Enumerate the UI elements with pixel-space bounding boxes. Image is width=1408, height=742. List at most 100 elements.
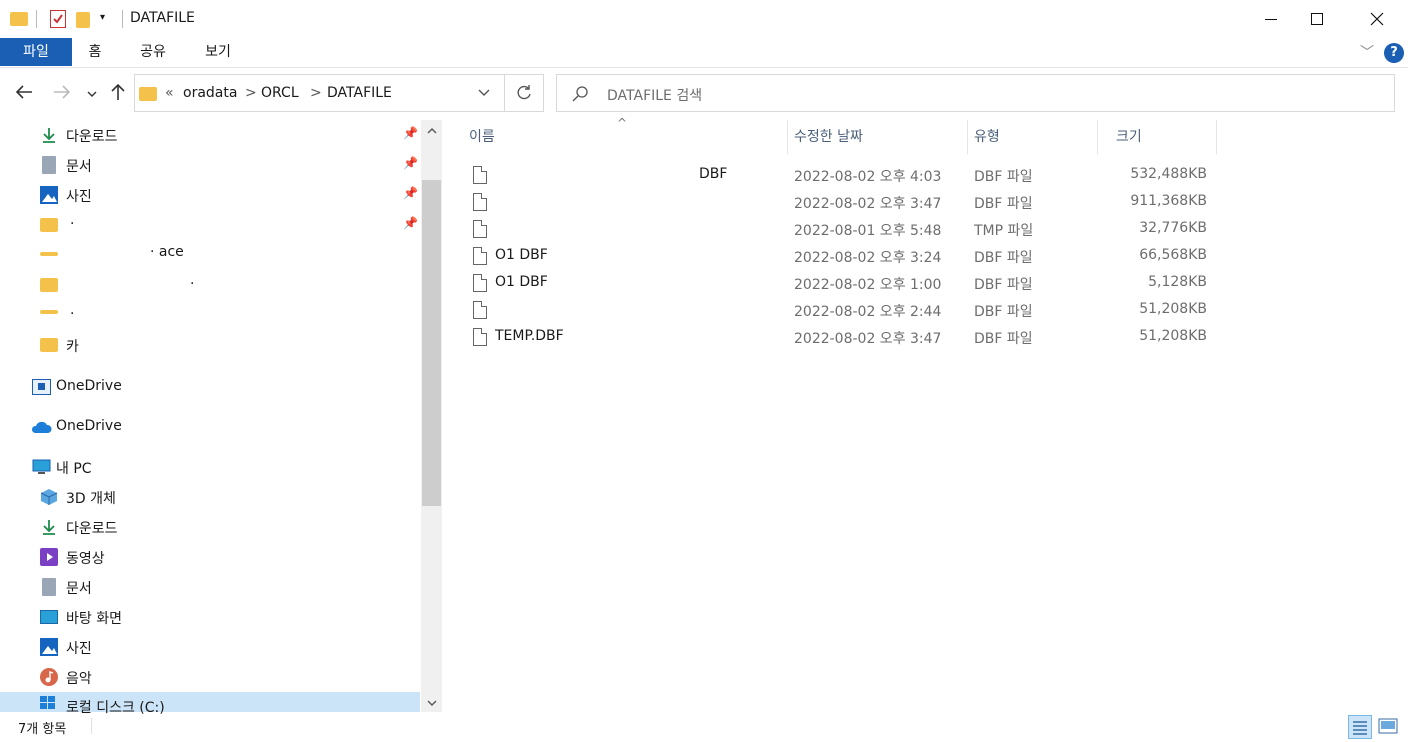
sidebar-item-onedrive[interactable]: OneDrive — [0, 372, 420, 402]
back-button[interactable] — [14, 82, 34, 107]
column-header-date[interactable]: 수정한 날짜 — [768, 120, 968, 154]
sidebar-item-pictures[interactable]: 사진 — [0, 632, 420, 662]
breadcrumb-orcl[interactable]: ORCL — [261, 85, 299, 101]
file-row[interactable]: 2022-08-01 오후 5:48 TMP 파일 32,776KB — [463, 216, 1223, 243]
forward-button[interactable] — [52, 82, 72, 107]
music-icon — [40, 668, 58, 686]
breadcrumb-separator[interactable]: > — [310, 85, 322, 101]
sidebar-item-this-pc[interactable]: 내 PC — [0, 452, 420, 482]
up-button[interactable] — [108, 82, 128, 107]
search-box[interactable]: DATAFILE 검색 — [556, 74, 1395, 112]
address-divider — [504, 75, 505, 111]
pictures-icon — [40, 638, 58, 656]
tab-view[interactable]: 보기 — [188, 38, 248, 66]
sidebar-item-label: 3D 개체 — [66, 491, 116, 507]
status-divider — [91, 718, 92, 734]
sidebar-scrollbar[interactable] — [421, 120, 442, 712]
file-row[interactable]: 2022-08-02 오후 2:44 DBF 파일 51,208KB — [463, 297, 1223, 324]
file-type: DBF 파일 — [974, 331, 1033, 347]
sidebar-item-3d-objects[interactable]: 3D 개체 — [0, 482, 420, 512]
qat-dropdown-icon[interactable]: ▾ — [100, 12, 105, 23]
file-date: 2022-08-02 오후 3:47 — [794, 196, 942, 212]
new-folder-icon[interactable] — [76, 12, 90, 28]
sidebar-item-label: · — [70, 306, 75, 322]
refresh-button[interactable] — [515, 84, 533, 106]
folder-icon — [40, 310, 58, 314]
sidebar-item-folder[interactable]: 카 — [0, 330, 420, 360]
forward-arrow-icon — [54, 85, 71, 99]
address-bar[interactable]: « oradata > ORCL > DATAFILE — [134, 74, 544, 112]
file-row[interactable]: O1 DBF 2022-08-02 오후 3:24 DBF 파일 66,568K… — [463, 243, 1223, 270]
breadcrumb-overflow[interactable]: « — [165, 85, 174, 101]
pin-icon[interactable]: 📌 — [403, 126, 418, 140]
sidebar-item-pictures[interactable]: 사진 📌 — [0, 180, 420, 210]
folder-icon — [10, 12, 28, 26]
sidebar-item-music[interactable]: 음악 — [0, 662, 420, 692]
address-dropdown-button[interactable] — [477, 87, 491, 103]
pin-icon[interactable]: 📌 — [403, 156, 418, 170]
window-title: DATAFILE — [130, 10, 195, 26]
file-size: 32,776KB — [1139, 220, 1207, 236]
column-header-name[interactable]: 이름 — [443, 120, 788, 154]
column-header-type[interactable]: 유형 — [948, 120, 1098, 154]
chevron-down-icon — [478, 89, 490, 96]
scroll-up-icon[interactable] — [426, 124, 438, 140]
sidebar-item-label: OneDrive — [56, 418, 122, 434]
navigation-pane: 다운로드 📌 문서 📌 사진 📌 · 📌 · ace · · 카 OneDriv… — [0, 120, 442, 716]
sidebar-item-local-disk[interactable]: 로컬 디스크 (C:) — [0, 692, 420, 716]
minimize-button[interactable] — [1248, 0, 1294, 38]
folder-icon — [40, 218, 58, 232]
sidebar-item-downloads[interactable]: 다운로드 📌 — [0, 120, 420, 150]
qat-separator — [36, 10, 37, 28]
file-row[interactable]: TEMP.DBF 2022-08-02 오후 3:47 DBF 파일 51,20… — [463, 324, 1223, 351]
folder-icon — [40, 252, 58, 256]
tab-file[interactable]: 파일 — [0, 38, 72, 66]
properties-icon[interactable] — [50, 10, 66, 28]
sidebar-item-folder[interactable]: · ace — [0, 240, 420, 270]
status-bar: 7개 항목 — [0, 712, 1408, 742]
ribbon-tabs: 파일 홈 공유 보기 ﹀ ? — [0, 38, 1408, 68]
scroll-down-icon[interactable] — [426, 696, 438, 712]
sidebar-item-folder[interactable]: · — [0, 270, 420, 300]
file-icon — [473, 166, 487, 184]
computer-icon — [32, 459, 51, 477]
sidebar-item-videos[interactable]: 동영상 — [0, 542, 420, 572]
recent-locations-button[interactable] — [86, 84, 98, 105]
breadcrumb-datafile[interactable]: DATAFILE — [327, 85, 392, 101]
sidebar-item-downloads[interactable]: 다운로드 — [0, 512, 420, 542]
sidebar-item-onedrive[interactable]: OneDrive — [0, 412, 420, 442]
file-size: 532,488KB — [1130, 166, 1207, 182]
help-icon[interactable]: ? — [1384, 43, 1404, 63]
close-icon — [1370, 12, 1384, 26]
file-row[interactable]: 2022-08-02 오후 3:47 DBF 파일 911,368KB — [463, 189, 1223, 216]
scrollbar-thumb[interactable] — [422, 180, 441, 506]
folder-icon — [139, 87, 157, 101]
sidebar-item-documents[interactable]: 문서 — [0, 572, 420, 602]
sidebar-item-folder[interactable]: · — [0, 300, 420, 330]
sidebar-item-folder[interactable]: · 📌 — [0, 210, 420, 240]
file-name: O1 DBF — [495, 247, 548, 263]
file-icon — [473, 247, 487, 265]
breadcrumb-oradata[interactable]: oradata — [183, 85, 237, 101]
column-header-size[interactable]: 크기 — [1090, 120, 1217, 154]
tab-share[interactable]: 공유 — [124, 38, 182, 66]
close-button[interactable] — [1354, 0, 1400, 38]
details-view-button[interactable] — [1348, 715, 1372, 739]
ribbon-expand-icon[interactable]: ﹀ — [1360, 42, 1374, 62]
file-row[interactable]: O1 DBF 2022-08-02 오후 1:00 DBF 파일 5,128KB — [463, 270, 1223, 297]
maximize-button[interactable] — [1294, 0, 1340, 38]
pin-icon[interactable]: 📌 — [403, 216, 418, 230]
file-icon — [473, 220, 487, 238]
sidebar-item-label: OneDrive — [56, 378, 122, 394]
sidebar-item-label: 다운로드 — [66, 129, 118, 145]
breadcrumb-separator[interactable]: > — [245, 85, 257, 101]
sidebar-item-documents[interactable]: 문서 📌 — [0, 150, 420, 180]
large-icons-view-icon — [1378, 718, 1398, 734]
file-row[interactable]: DBF 2022-08-02 오후 4:03 DBF 파일 532,488KB — [463, 162, 1223, 189]
chevron-down-icon — [87, 91, 97, 97]
file-icon — [473, 193, 487, 211]
large-icons-view-button[interactable] — [1378, 718, 1398, 738]
tab-home[interactable]: 홈 — [72, 38, 118, 66]
sidebar-item-desktop[interactable]: 바탕 화면 — [0, 602, 420, 632]
pin-icon[interactable]: 📌 — [403, 186, 418, 200]
